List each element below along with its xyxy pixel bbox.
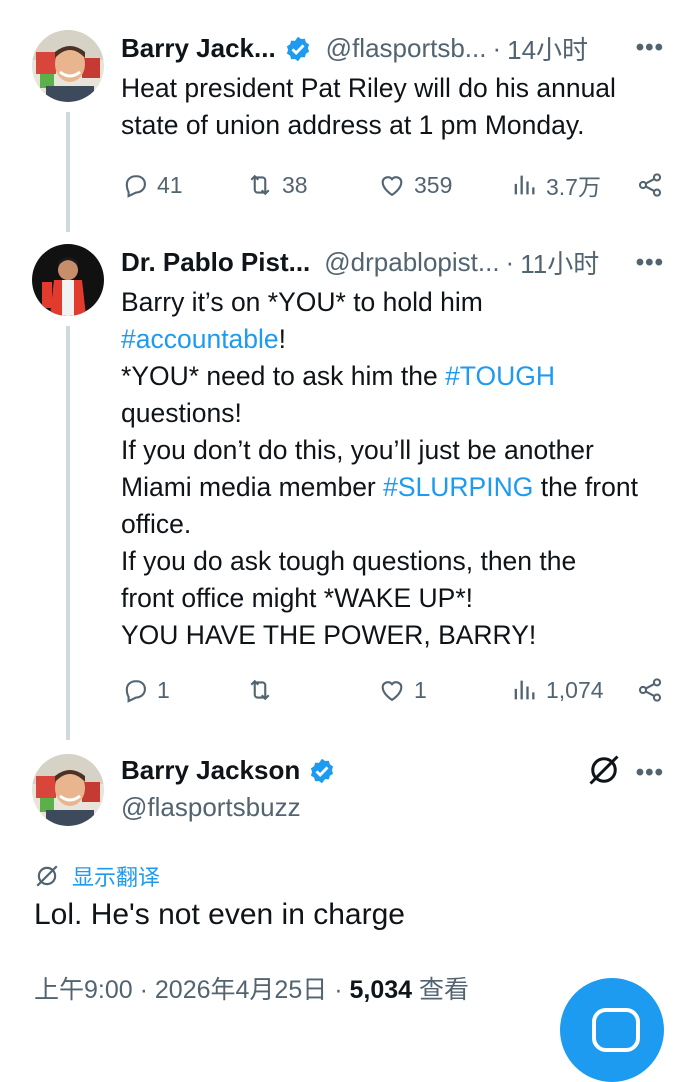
more-options-button[interactable]: ••• — [636, 34, 664, 62]
tweet-text-line: Barry it’s on *YOU* to hold him — [121, 287, 483, 317]
tweet-actions: 1 1 1,074 — [121, 676, 666, 704]
hashtag-link[interactable]: #SLURPING — [383, 472, 533, 502]
retweet-icon — [250, 679, 270, 701]
tweet-header: Dr. Pablo Pist... @drpablopist... · 11小时 — [121, 244, 599, 281]
compose-button[interactable] — [560, 978, 664, 1082]
tweet-text-line: Heat president Pat Riley will do his ann… — [121, 73, 616, 103]
separator-dot: · — [492, 33, 502, 63]
tweet-text: Lol. He's not even in charge — [34, 898, 405, 931]
tweet-text-line: YOU HAVE THE POWER, BARRY! — [121, 620, 537, 650]
separator-dot: · — [139, 976, 148, 1004]
share-button[interactable] — [636, 676, 664, 704]
tweet-text: Barry it’s on *YOU* to hold him #account… — [121, 284, 681, 654]
tweet-timestamp[interactable]: 14小时 — [507, 30, 588, 67]
share-icon — [638, 678, 662, 702]
like-button[interactable]: 359 — [378, 171, 510, 199]
reply-icon — [125, 680, 146, 703]
author-handle[interactable]: @flasportsb... — [326, 33, 487, 64]
tweet-text-fragment: Miami media member — [121, 472, 384, 502]
hashtag-link[interactable]: #accountable — [121, 324, 279, 354]
tweet-text-line: questions! — [121, 398, 242, 428]
views-chart-icon — [514, 175, 535, 195]
more-options-button[interactable]: ••• — [636, 249, 664, 277]
retweet-count: 38 — [282, 171, 308, 198]
post-time[interactable]: 上午9:00 — [34, 976, 133, 1004]
retweet-icon — [250, 174, 270, 196]
post-date[interactable]: 2026年4月25日 — [155, 976, 327, 1004]
grok-icon[interactable] — [586, 752, 622, 788]
heart-icon — [381, 176, 403, 197]
tweet-text-line: Miami media member #SLURPING the front — [121, 469, 681, 506]
share-button[interactable] — [636, 171, 664, 199]
compose-icon — [592, 1008, 640, 1052]
author-name[interactable]: Dr. Pablo Pist... — [121, 247, 310, 278]
like-count: 1 — [414, 676, 427, 703]
separator-dot: · — [334, 976, 343, 1004]
tweet-header: Barry Jack... @flasportsb... · 14小时 — [121, 30, 588, 67]
like-button[interactable]: 1 — [378, 676, 510, 704]
avatar-barry-jackson[interactable] — [32, 30, 104, 102]
tweet-text-fragment: *YOU* need to ask him the — [121, 361, 446, 391]
views-chart-icon — [514, 680, 535, 700]
share-icon — [638, 173, 662, 197]
verified-badge-icon — [286, 36, 309, 61]
tweet-text-line: *YOU* need to ask him the #TOUGH — [121, 358, 681, 395]
author-handle[interactable]: @drpablopist... — [324, 247, 499, 278]
author-name[interactable]: Barry Jackson — [121, 755, 300, 786]
hashtag-link[interactable]: #TOUGH — [445, 361, 555, 391]
tweet-text-fragment: the front — [533, 472, 638, 502]
more-options-button[interactable]: ••• — [636, 759, 664, 787]
heart-icon — [381, 681, 403, 702]
views-button[interactable]: 1,074 — [510, 676, 636, 704]
tweet-actions: 41 38 359 3.7万 — [121, 168, 666, 202]
separator-dot: · — [505, 247, 515, 277]
views-count: 1,074 — [546, 676, 604, 703]
verified-badge-icon — [311, 758, 334, 783]
retweet-button[interactable]: 38 — [246, 171, 378, 199]
reply-button[interactable]: 41 — [121, 171, 246, 199]
avatar-dr-pablo[interactable] — [32, 244, 104, 316]
author-handle[interactable]: @flasportsbuzz — [121, 792, 301, 823]
views-count: 3.7万 — [546, 174, 601, 200]
views-button[interactable]: 3.7万 — [510, 168, 636, 202]
reply-count: 41 — [157, 171, 183, 198]
show-translation-label: 显示翻译 — [72, 865, 161, 890]
tweet-text-line: state of union address at 1 pm Monday. — [121, 110, 585, 140]
thread-connector-line — [66, 112, 70, 232]
tweet-text-fragment: ! — [278, 324, 287, 354]
tweet-text: Heat president Pat Riley will do his ann… — [121, 70, 681, 144]
thread-connector-line — [66, 326, 70, 740]
reply-count: 1 — [157, 676, 170, 703]
author-name[interactable]: Barry Jack... — [121, 33, 276, 64]
reply-icon — [125, 175, 146, 198]
avatar-barry-jackson[interactable] — [32, 754, 104, 826]
tweet-text-line: If you don’t do this, you’ll just be ano… — [121, 435, 594, 465]
like-count: 359 — [414, 171, 453, 198]
retweet-button[interactable] — [246, 676, 378, 704]
view-count: 5,034 — [349, 976, 413, 1004]
reply-button[interactable]: 1 — [121, 676, 246, 704]
tweet-text-line: #accountable! — [121, 321, 681, 358]
tweet-text-line: front office might *WAKE UP*! — [121, 583, 473, 613]
tweet-metadata: 上午9:00 · 2026年4月25日 · 5,034 查看 — [34, 970, 469, 1006]
tweet-text-line: If you do ask tough questions, then the — [121, 546, 577, 576]
tweet-timestamp[interactable]: 11小时 — [520, 244, 599, 281]
author-name-row: Barry Jackson — [121, 755, 336, 786]
tweet-text-line: office. — [121, 509, 192, 539]
translate-icon — [36, 865, 58, 887]
views-label: 查看 — [418, 976, 469, 1004]
show-translation-link[interactable]: 显示翻译 — [34, 860, 160, 892]
